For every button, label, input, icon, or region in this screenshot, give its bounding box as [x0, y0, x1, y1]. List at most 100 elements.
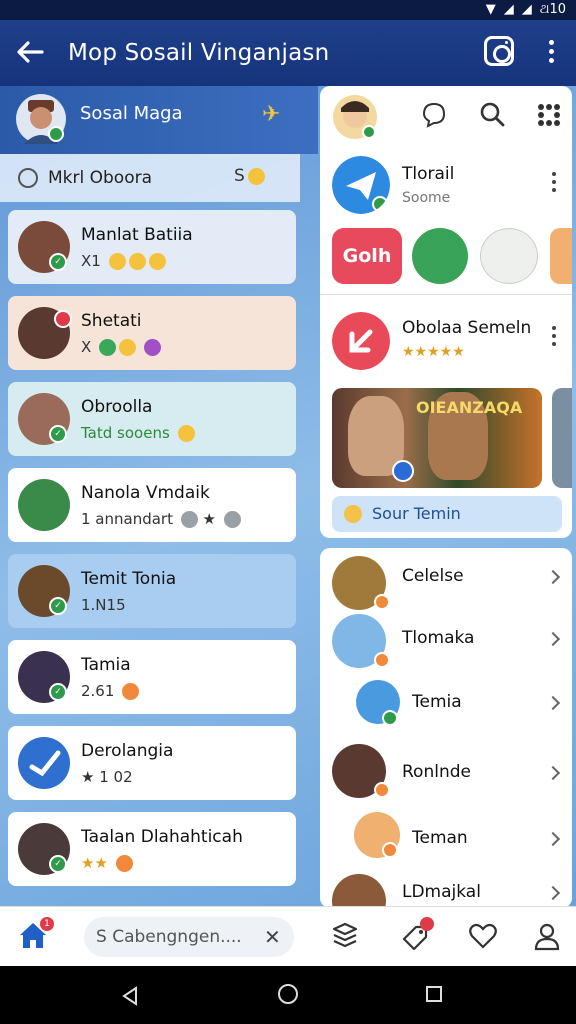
chat-subtitle: ★★ [81, 854, 133, 872]
bottom-search-field[interactable]: S Cabengngen.... ✕ [84, 917, 294, 957]
divider [320, 294, 572, 295]
chat-name: Nanola Vmdaik [81, 483, 210, 503]
chat-name: Derolangia [81, 741, 174, 761]
contact-avatar [332, 874, 386, 906]
status-badge: ✓ [49, 855, 67, 873]
contact-name: Ronlnde [402, 762, 471, 782]
status-badge: ✓ [49, 683, 67, 701]
status-badge: ✓ [49, 253, 67, 271]
chat-subtitle-text: Tatd sooens [81, 424, 170, 442]
join-icon [344, 505, 362, 523]
wifi-icon: ▼ [485, 2, 496, 17]
system-nav-bar [0, 966, 576, 1024]
chat-item[interactable]: ✓ Tamia 2.61 [8, 640, 296, 714]
clear-search-icon[interactable]: ✕ [264, 925, 281, 949]
chat-subtitle: X1 [81, 252, 166, 270]
contact-name: Temia [412, 692, 462, 712]
chat-item[interactable]: Derolangia ★ 1 02 [8, 726, 296, 800]
nav-recents-icon[interactable] [426, 986, 442, 1002]
app-bar: Mop Sosail Vinganjasn [0, 20, 576, 86]
chat-subtitle-text: 1 02 [99, 768, 133, 786]
back-arrow-icon[interactable] [14, 36, 46, 68]
paper-plane-icon[interactable]: ✈ [262, 102, 280, 127]
more-vert-icon[interactable] [552, 326, 558, 350]
heart-icon[interactable] [468, 921, 498, 951]
status-bar: ▼ ◢ ◢ ଥ10 [0, 0, 576, 20]
featured-photo[interactable]: OIEANZAQA [332, 388, 542, 488]
emoji-icon [177, 425, 195, 442]
status-badge: ✓ [49, 597, 67, 615]
feature-avatar[interactable] [332, 312, 390, 370]
discover-panel: Tlorail Soome Golh Obolaa Semeln ★★★★★ O… [320, 86, 576, 906]
top-contact-name: Tlorail [402, 164, 455, 184]
emoji-icon [108, 253, 126, 270]
photo-badge-icon [392, 460, 414, 482]
contact-name: Celelse [402, 566, 464, 586]
signal-icon-2: ◢ [521, 2, 532, 17]
more-vert-icon[interactable] [546, 40, 556, 68]
chat-list-panel: Sosal Maga ✈ Mkrl Oboora S ✓ Manlat Bati… [0, 86, 318, 906]
chat-item[interactable]: Nanola Vmdaik 1 annandart ★ [8, 468, 296, 542]
notification-badge [420, 917, 434, 931]
filter-label: Mkrl Oboora [48, 168, 153, 188]
apps-grid-icon[interactable] [536, 102, 562, 128]
chat-bubble-icon[interactable] [420, 100, 448, 128]
chat-item[interactable]: ✓ Temit Tonia 1.N15 [8, 554, 296, 628]
discover-card: Tlorail Soome Golh Obolaa Semeln ★★★★★ O… [320, 86, 572, 538]
search-placeholder: S Cabengngen.... [96, 927, 242, 947]
more-shortcut[interactable] [550, 228, 572, 284]
unread-badge [54, 310, 72, 328]
chat-item[interactable]: Shetati X [8, 296, 296, 370]
contact-name: LDmajkal [402, 882, 481, 902]
chevron-right-icon [545, 631, 561, 647]
chat-subtitle-text: 1 annandart [81, 510, 173, 528]
chevron-right-icon [545, 695, 561, 711]
chevron-right-icon [545, 569, 561, 585]
chevron-right-icon [545, 831, 561, 847]
photo-caption: OIEANZAQA [416, 398, 523, 417]
profile-avatar[interactable] [16, 94, 66, 144]
emoji-icon [143, 339, 161, 356]
status-time: ଥ10 [539, 2, 566, 17]
nav-back-icon[interactable] [120, 986, 140, 1006]
chat-subtitle: 1.N15 [81, 596, 126, 614]
contact-name: Teman [412, 828, 468, 848]
more-vert-icon[interactable] [552, 172, 558, 196]
chat-name: Temit Tonia [81, 569, 177, 589]
join-button[interactable]: Sour Temin [332, 496, 562, 532]
chat-name: Obroolla [81, 397, 153, 417]
profile-icon[interactable] [532, 921, 562, 951]
chat-subtitle: 2.61 [81, 682, 140, 700]
search-circle-icon [18, 168, 38, 188]
status-badge: ✓ [49, 425, 67, 443]
stack-icon[interactable] [330, 921, 360, 951]
chat-avatar [18, 737, 70, 789]
next-photo[interactable] [552, 388, 572, 488]
feature-rating: ★★★★★ [402, 344, 465, 360]
chat-item[interactable]: ✓ Manlat Batiia X1 [8, 210, 296, 284]
edit-shortcut-icon[interactable] [480, 228, 538, 284]
chat-name: Manlat Batiia [81, 225, 193, 245]
profile-header[interactable]: Sosal Maga ✈ [0, 86, 318, 154]
nav-home-icon[interactable] [278, 984, 298, 1004]
instagram-icon[interactable] [484, 36, 514, 66]
emoji-icon [180, 511, 198, 528]
status-badge [374, 782, 390, 798]
chat-subtitle: Tatd sooens [81, 424, 195, 442]
telegram-avatar[interactable] [332, 156, 390, 214]
bolt-button[interactable]: Golh [332, 228, 402, 284]
home-shortcut-icon[interactable] [412, 228, 468, 284]
chevron-right-icon [545, 765, 561, 781]
chat-subtitle-text: X1 [81, 252, 101, 270]
chat-filter-row[interactable]: Mkrl Oboora S [0, 154, 300, 202]
app-title: Mop Sosail Vinganjasn [68, 40, 330, 66]
chat-item[interactable]: ✓ Obroolla Tatd sooens [8, 382, 296, 456]
chat-avatar [18, 479, 70, 531]
profile-name: Sosal Maga [80, 103, 183, 124]
chat-item[interactable]: ✓ Taalan Dlahahticah ★★ [8, 812, 296, 886]
emoji-icon [223, 511, 241, 528]
search-icon[interactable] [478, 100, 506, 128]
user-avatar[interactable] [332, 94, 378, 140]
home-badge: 1 [40, 917, 54, 931]
filter-tail-text: S [234, 166, 245, 186]
